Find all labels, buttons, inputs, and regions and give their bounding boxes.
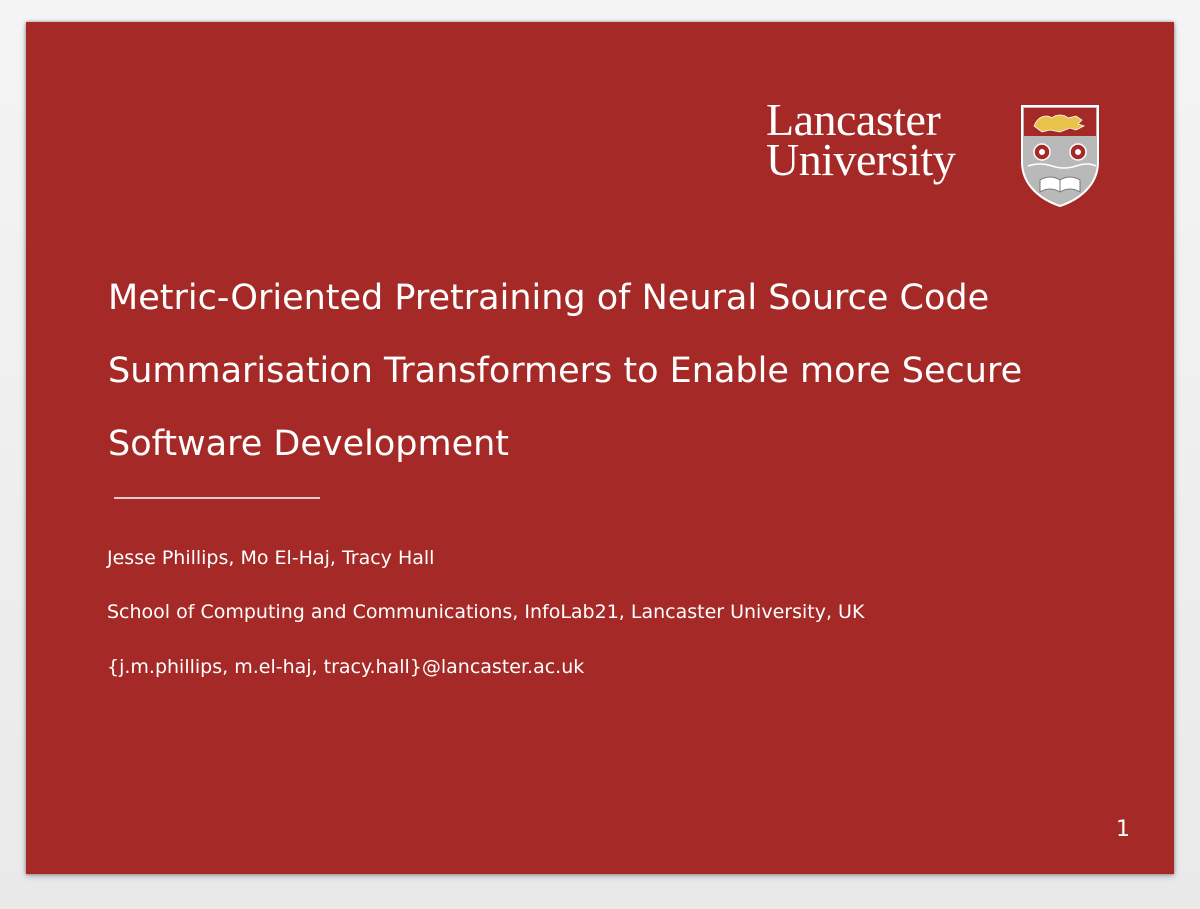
title-line-1: Metric-Oriented Pretraining of Neural So… — [108, 278, 990, 318]
title-line-3: Software Development — [108, 424, 510, 464]
university-logo: Lancaster University — [766, 97, 1106, 212]
slide-number: 1 — [1116, 817, 1130, 842]
presentation-frame: Lancaster University Metric-Oriented Pre… — [0, 0, 1200, 909]
affiliation-line: School of Computing and Communications, … — [107, 601, 865, 623]
crest-icon — [1021, 105, 1099, 208]
title-line-2: Summarisation Transformers to Enable mor… — [108, 351, 1023, 391]
slide-title: Metric-Oriented Pretraining of Neural So… — [108, 262, 1108, 481]
logo-line-2: University — [766, 134, 956, 185]
authors-line: Jesse Phillips, Mo El-Haj, Tracy Hall — [107, 547, 435, 569]
emails-line: {j.m.phillips, m.el-haj, tracy.hall}@lan… — [107, 656, 585, 678]
title-slide: Lancaster University Metric-Oriented Pre… — [26, 22, 1174, 874]
logo-wordmark: Lancaster University — [766, 97, 956, 185]
title-divider — [114, 497, 320, 499]
